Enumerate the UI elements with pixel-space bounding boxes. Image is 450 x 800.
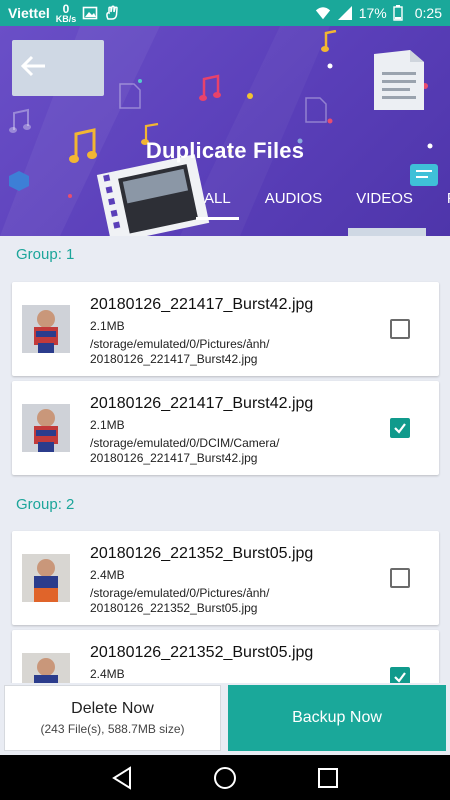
file-thumbnail xyxy=(22,554,70,602)
file-path-line: 20180126_221417_Burst42.jpg xyxy=(90,451,258,465)
file-path-line: 20180126_221417_Burst42.jpg xyxy=(90,352,258,366)
gallery-notification-icon xyxy=(82,5,98,21)
page-title: Duplicate Files xyxy=(145,138,305,163)
file-path-line: 20180126_221352_Burst05.jpg xyxy=(90,601,258,615)
select-checkbox[interactable] xyxy=(390,568,410,588)
wifi-icon xyxy=(315,5,331,21)
carrier-name: Viettel xyxy=(8,5,50,21)
file-name: 20180126_221417_Burst42.jpg xyxy=(90,395,314,412)
file-thumbnail xyxy=(22,305,70,353)
music-note-icon xyxy=(9,108,31,133)
checkmark-icon xyxy=(394,672,406,683)
file-card[interactable]: 20180126_221417_Burst42.jpg 2.1MB /stora… xyxy=(12,381,439,475)
tab-bar: ALL AUDIOS VIDEOS P xyxy=(196,186,450,220)
delete-now-button[interactable]: Delete Now (243 File(s), 588.7MB size) xyxy=(4,685,221,751)
music-note-icon xyxy=(321,30,337,52)
status-bar: Viettel 0 KB/s 17% 0:25 xyxy=(0,0,450,26)
tab-audios[interactable]: AUDIOS xyxy=(265,186,323,220)
square-recents-icon xyxy=(318,767,339,788)
file-size: 2.4MB xyxy=(90,568,125,582)
triangle-back-icon xyxy=(111,765,131,790)
network-speed: 0 KB/s xyxy=(56,3,77,24)
document-icon xyxy=(374,50,424,110)
network-speed-value: 0 xyxy=(62,1,70,16)
back-arrow-icon xyxy=(20,55,46,82)
file-name: 20180126_221352_Burst05.jpg xyxy=(90,545,314,562)
nav-home-button[interactable] xyxy=(205,758,245,798)
network-speed-unit: KB/s xyxy=(55,13,77,24)
document-icon xyxy=(119,83,141,109)
delete-summary: (243 File(s), 588.7MB size) xyxy=(40,722,185,736)
action-bar: Delete Now (243 File(s), 588.7MB size) B… xyxy=(0,683,450,755)
hand-notification-icon xyxy=(104,5,120,21)
file-name: 20180126_221352_Burst05.jpg xyxy=(90,644,314,661)
file-card[interactable]: 20180126_221352_Burst05.jpg 2.4MB /stora… xyxy=(12,531,439,625)
battery-icon xyxy=(393,5,409,21)
file-size: 2.1MB xyxy=(90,418,125,432)
group-label: Group: 1 xyxy=(16,245,75,263)
file-path: /storage/emulated/0/Pictures/ảnh/ 201801… xyxy=(90,337,340,367)
nav-recents-button[interactable] xyxy=(308,758,348,798)
tab-videos[interactable]: VIDEOS xyxy=(356,186,413,220)
back-button[interactable] xyxy=(12,40,104,96)
signal-icon xyxy=(337,5,353,21)
file-card[interactable]: 20180126_221417_Burst42.jpg 2.1MB /stora… xyxy=(12,282,439,376)
cube-icon xyxy=(9,171,29,191)
battery-percent: 17% xyxy=(358,5,387,21)
file-path: /storage/emulated/0/Pictures/ảnh/ 201801… xyxy=(90,586,340,616)
delete-now-label: Delete Now xyxy=(71,700,154,717)
file-path-line: /storage/emulated/0/DCIM/Camera/ xyxy=(90,436,280,450)
header-banner: Duplicate Files ALL AUDIOS VIDEOS P xyxy=(0,26,450,236)
document-icon xyxy=(305,97,327,123)
side-banner xyxy=(348,228,426,236)
file-size: 2.1MB xyxy=(90,319,125,333)
circle-home-icon xyxy=(213,766,236,789)
file-path: /storage/emulated/0/DCIM/Camera/ 2018012… xyxy=(90,436,340,466)
select-checkbox[interactable] xyxy=(390,319,410,339)
file-size: 2.4MB xyxy=(90,667,125,681)
file-thumbnail xyxy=(22,404,70,452)
backup-now-button[interactable]: Backup Now xyxy=(228,685,446,751)
tab-all[interactable]: ALL xyxy=(196,186,239,220)
checkmark-icon xyxy=(394,423,406,434)
file-path-line: /storage/emulated/0/Pictures/ảnh/ xyxy=(90,586,270,600)
file-name: 20180126_221417_Burst42.jpg xyxy=(90,296,314,313)
group-label: Group: 2 xyxy=(16,495,75,513)
file-path-line: /storage/emulated/0/Pictures/ảnh/ xyxy=(90,337,270,351)
system-nav-bar xyxy=(0,755,450,800)
select-checkbox[interactable] xyxy=(390,418,410,438)
nav-back-button[interactable] xyxy=(102,758,142,798)
clock: 0:25 xyxy=(414,5,442,21)
music-note-icon xyxy=(199,74,221,101)
